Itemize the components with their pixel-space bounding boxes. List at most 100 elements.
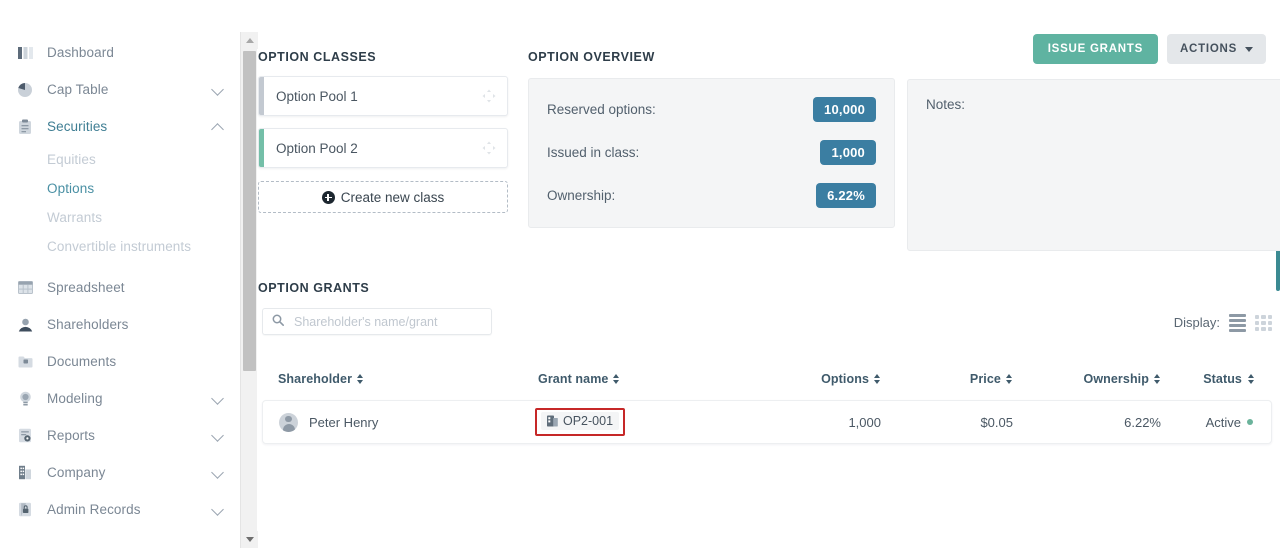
status-dot-icon (1247, 419, 1253, 425)
scroll-up-arrow[interactable] (241, 32, 258, 49)
overview-value-badge: 6.22% (816, 183, 876, 208)
building-icon (14, 462, 36, 484)
search-input[interactable] (292, 313, 482, 330)
sidebar-subitem-label: Equities (47, 152, 96, 167)
chevron-down-icon (211, 391, 224, 405)
grant-name-highlight-box: OP2-001 (535, 408, 626, 436)
option-overview-panel: OPTION OVERVIEW Reserved options: 10,000… (528, 50, 895, 228)
page-actions-toolbar: ISSUE GRANTS ACTIONS (1032, 34, 1266, 64)
content-vertical-scrollbar[interactable] (240, 32, 258, 548)
user-icon (14, 314, 36, 336)
column-label: Options (821, 372, 869, 386)
sidebar-item-cap-table[interactable]: Cap Table (0, 71, 238, 108)
lightbulb-icon (14, 388, 36, 410)
notes-label: Notes: (926, 97, 966, 112)
plus-icon (321, 190, 335, 204)
column-header-status[interactable]: Status (1160, 372, 1272, 386)
sidebar-subitem-label: Convertible instruments (47, 239, 192, 254)
sidebar-item-label: Securities (47, 119, 108, 134)
sort-icon[interactable] (1154, 374, 1160, 384)
sort-icon[interactable] (1248, 374, 1254, 384)
column-header-ownership[interactable]: Ownership (1012, 372, 1160, 386)
chevron-down-icon (1245, 46, 1253, 52)
display-mode-controls: Display: (1174, 314, 1272, 332)
cell-options: 1,000 (848, 414, 881, 430)
sidebar-item-modeling[interactable]: Modeling (0, 380, 238, 417)
overview-value-badge: 10,000 (813, 97, 876, 122)
scrollbar-thumb[interactable] (243, 51, 256, 371)
sidebar-item-documents[interactable]: Documents (0, 343, 238, 380)
sidebar-item-company[interactable]: Company (0, 454, 238, 491)
sidebar-subitem-label: Options (47, 181, 95, 196)
grants-search-box[interactable] (262, 308, 492, 335)
sidebar-item-label: Admin Records (47, 502, 141, 517)
option-overview-title: OPTION OVERVIEW (528, 50, 655, 64)
sort-icon[interactable] (613, 374, 620, 384)
chevron-down-icon (211, 502, 224, 516)
table-row[interactable]: Peter Henry OP2-001 1,000 $0.05 6.22% Ac… (262, 400, 1272, 444)
sidebar-item-shareholders[interactable]: Shareholders (0, 306, 238, 343)
sidebar-item-securities[interactable]: Securities (0, 108, 238, 145)
column-label: Price (969, 372, 1001, 386)
report-icon (14, 425, 36, 447)
sidebar-item-dashboard[interactable]: Dashboard (0, 34, 238, 71)
sidebar-subitem-label: Warrants (47, 210, 103, 225)
option-class-name: Option Pool 1 (276, 88, 358, 104)
column-label: Ownership (1083, 372, 1149, 386)
sidebar-subitem-warrants[interactable]: Warrants (0, 203, 238, 232)
chevron-down-icon (211, 82, 224, 96)
grid-view-icon[interactable] (1255, 314, 1272, 331)
column-header-price[interactable]: Price (880, 372, 1012, 386)
table-header-row: Shareholder Grant name Options Price Own… (262, 364, 1272, 394)
sidebar-subitem-options[interactable]: Options (0, 174, 238, 203)
cell-grant-name: OP2-001 (535, 408, 753, 436)
option-grants-table: Shareholder Grant name Options Price Own… (262, 364, 1272, 444)
overview-label: Ownership: (547, 188, 616, 203)
sidebar: Dashboard Cap Table Securities Equities … (0, 0, 238, 548)
overview-row-ownership: Ownership: 6.22% (547, 182, 876, 209)
sort-icon[interactable] (1006, 374, 1012, 384)
sort-icon[interactable] (357, 374, 364, 384)
chevron-down-icon (211, 428, 224, 442)
avatar (279, 412, 298, 432)
notes-panel[interactable]: Notes: (907, 79, 1280, 251)
option-class-card-option-pool-2[interactable]: Option Pool 2 (258, 128, 508, 168)
grant-name-link[interactable]: OP2-001 (541, 412, 620, 430)
table-icon (14, 277, 36, 299)
overview-row-reserved-options: Reserved options: 10,000 (547, 96, 876, 123)
bar-chart-icon (14, 42, 36, 64)
chevron-down-icon (211, 465, 224, 479)
drag-handle-icon[interactable] (482, 89, 496, 103)
sidebar-item-label: Modeling (47, 391, 103, 406)
drag-handle-icon[interactable] (482, 141, 496, 155)
sidebar-item-spreadsheet[interactable]: Spreadsheet (0, 269, 238, 306)
overview-label: Issued in class: (547, 145, 640, 160)
sidebar-item-reports[interactable]: Reports (0, 417, 238, 454)
option-classes-title: OPTION CLASSES (258, 50, 377, 64)
sidebar-item-admin-records[interactable]: Admin Records (0, 491, 238, 528)
actions-dropdown-button[interactable]: ACTIONS (1167, 34, 1266, 64)
sidebar-item-label: Spreadsheet (47, 280, 125, 295)
list-view-icon[interactable] (1229, 314, 1246, 332)
option-class-card-option-pool-1[interactable]: Option Pool 1 (258, 76, 508, 116)
search-icon (272, 313, 284, 331)
sort-icon[interactable] (874, 374, 880, 384)
lock-records-icon (14, 499, 36, 521)
sidebar-item-label: Cap Table (47, 82, 109, 97)
sidebar-subitem-convertible-instruments[interactable]: Convertible instruments (0, 232, 238, 261)
issue-grants-button[interactable]: ISSUE GRANTS (1032, 34, 1158, 64)
sidebar-item-label: Dashboard (47, 45, 114, 60)
cell-status: Active (1161, 415, 1271, 430)
cell-ownership: 6.22% (1124, 414, 1161, 430)
option-grants-title: OPTION GRANTS (258, 281, 370, 295)
column-header-options[interactable]: Options (752, 372, 880, 386)
column-header-grant-name[interactable]: Grant name (534, 372, 752, 386)
sidebar-subitem-equities[interactable]: Equities (0, 145, 238, 174)
clipboard-icon (14, 116, 36, 138)
create-new-class-button[interactable]: Create new class (258, 181, 508, 213)
column-header-shareholder[interactable]: Shareholder (262, 372, 534, 386)
option-overview-box: Reserved options: 10,000 Issued in class… (528, 78, 895, 228)
cell-price: $0.05 (980, 414, 1013, 430)
scroll-down-arrow[interactable] (241, 531, 258, 548)
